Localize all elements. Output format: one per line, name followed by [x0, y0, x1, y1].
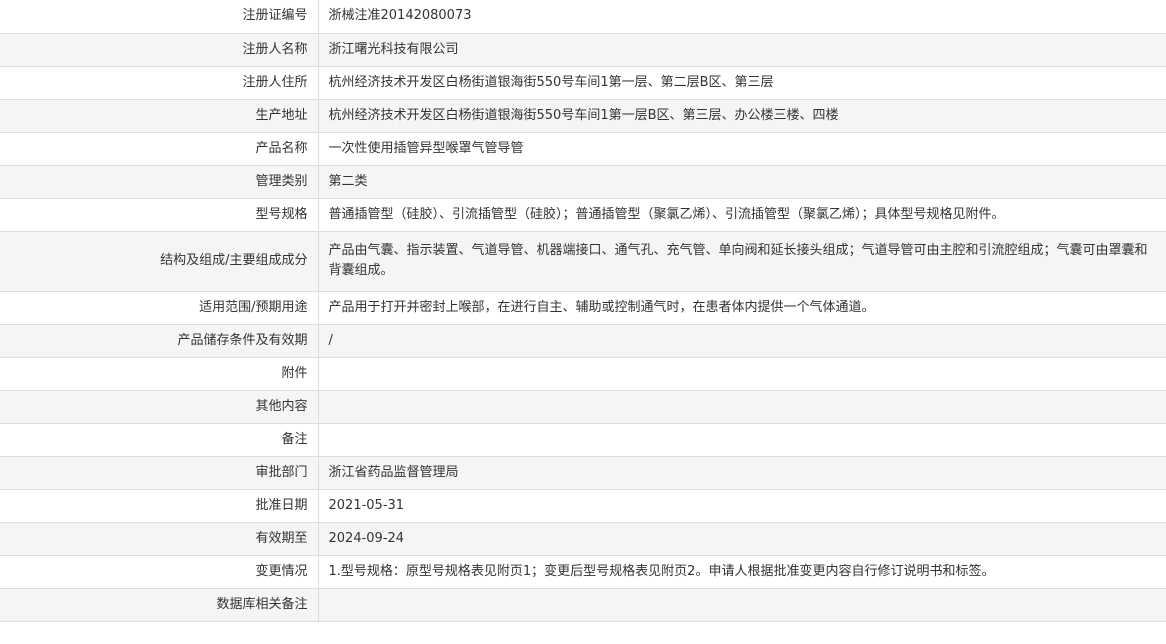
- table-row: 有效期至 2024-09-24: [0, 521, 1166, 556]
- field-label: 批准日期: [0, 488, 319, 523]
- field-value: 杭州经济技术开发区白杨街道银海街550号车间1第一层、第二层B区、第三层: [318, 65, 1166, 100]
- field-label: 注册人名称: [0, 32, 319, 67]
- field-label: 结构及组成/主要组成成分: [0, 230, 319, 292]
- field-label: 型号规格: [0, 197, 319, 232]
- table-row: 适用范围/预期用途 产品用于打开并密封上喉部，在进行自主、辅助或控制通气时，在患…: [0, 290, 1166, 325]
- field-label: 注册证编号: [0, 0, 319, 34]
- field-label: 适用范围/预期用途: [0, 290, 319, 325]
- table-row: 其他内容: [0, 389, 1166, 424]
- table-row: 注册证编号 浙械注准20142080073: [0, 0, 1166, 34]
- field-value: 2021-05-31: [318, 488, 1166, 523]
- table-row: 管理类别 第二类: [0, 164, 1166, 199]
- table-row: 产品储存条件及有效期 /: [0, 323, 1166, 358]
- table-row: 产品名称 一次性使用插管异型喉罩气管导管: [0, 131, 1166, 166]
- field-value: 浙江省药品监督管理局: [318, 455, 1166, 490]
- field-label: 附件: [0, 356, 319, 391]
- table-row: 附件: [0, 356, 1166, 391]
- field-value: 浙械注准20142080073: [318, 0, 1166, 34]
- field-label: 生产地址: [0, 98, 319, 133]
- field-value: 浙江曙光科技有限公司: [318, 32, 1166, 67]
- field-label: 管理类别: [0, 164, 319, 199]
- field-label: 数据库相关备注: [0, 587, 319, 622]
- table-row: 审批部门 浙江省药品监督管理局: [0, 455, 1166, 490]
- field-value: [318, 422, 1166, 457]
- field-label: 审批部门: [0, 455, 319, 490]
- field-value: 普通插管型（硅胶）、引流插管型（硅胶）；普通插管型（聚氯乙烯）、引流插管型（聚氯…: [318, 197, 1166, 232]
- table-row: 型号规格 普通插管型（硅胶）、引流插管型（硅胶）；普通插管型（聚氯乙烯）、引流插…: [0, 197, 1166, 232]
- table-row: 批准日期 2021-05-31: [0, 488, 1166, 523]
- table-row: 生产地址 杭州经济技术开发区白杨街道银海街550号车间1第一层B区、第三层、办公…: [0, 98, 1166, 133]
- table-row: 结构及组成/主要组成成分 产品由气囊、指示装置、气道导管、机器端接口、通气孔、充…: [0, 230, 1166, 292]
- table-row: 数据库相关备注: [0, 587, 1166, 622]
- field-label: 产品名称: [0, 131, 319, 166]
- field-label: 注册人住所: [0, 65, 319, 100]
- field-value: /: [318, 323, 1166, 358]
- field-label: 变更情况: [0, 554, 319, 589]
- table-row: 备注: [0, 422, 1166, 457]
- field-value: 2024-09-24: [318, 521, 1166, 556]
- field-label: 有效期至: [0, 521, 319, 556]
- registration-record-table: 注册证编号 浙械注准20142080073 注册人名称 浙江曙光科技有限公司 注…: [0, 0, 1166, 622]
- field-label: 产品储存条件及有效期: [0, 323, 319, 358]
- field-value: [318, 587, 1166, 622]
- field-value: 第二类: [318, 164, 1166, 199]
- field-label: 其他内容: [0, 389, 319, 424]
- table-row: 注册人名称 浙江曙光科技有限公司: [0, 32, 1166, 67]
- table-row: 变更情况 1.型号规格：原型号规格表见附页1；变更后型号规格表见附页2。申请人根…: [0, 554, 1166, 589]
- field-value: [318, 389, 1166, 424]
- field-value: 1.型号规格：原型号规格表见附页1；变更后型号规格表见附页2。申请人根据批准变更…: [318, 554, 1166, 589]
- field-value: [318, 356, 1166, 391]
- field-label: 备注: [0, 422, 319, 457]
- field-value: 杭州经济技术开发区白杨街道银海街550号车间1第一层B区、第三层、办公楼三楼、四…: [318, 98, 1166, 133]
- table-row: 注册人住所 杭州经济技术开发区白杨街道银海街550号车间1第一层、第二层B区、第…: [0, 65, 1166, 100]
- field-value: 产品由气囊、指示装置、气道导管、机器端接口、通气孔、充气管、单向阀和延长接头组成…: [318, 230, 1166, 292]
- field-value: 产品用于打开并密封上喉部，在进行自主、辅助或控制通气时，在患者体内提供一个气体通…: [318, 290, 1166, 325]
- field-value: 一次性使用插管异型喉罩气管导管: [318, 131, 1166, 166]
